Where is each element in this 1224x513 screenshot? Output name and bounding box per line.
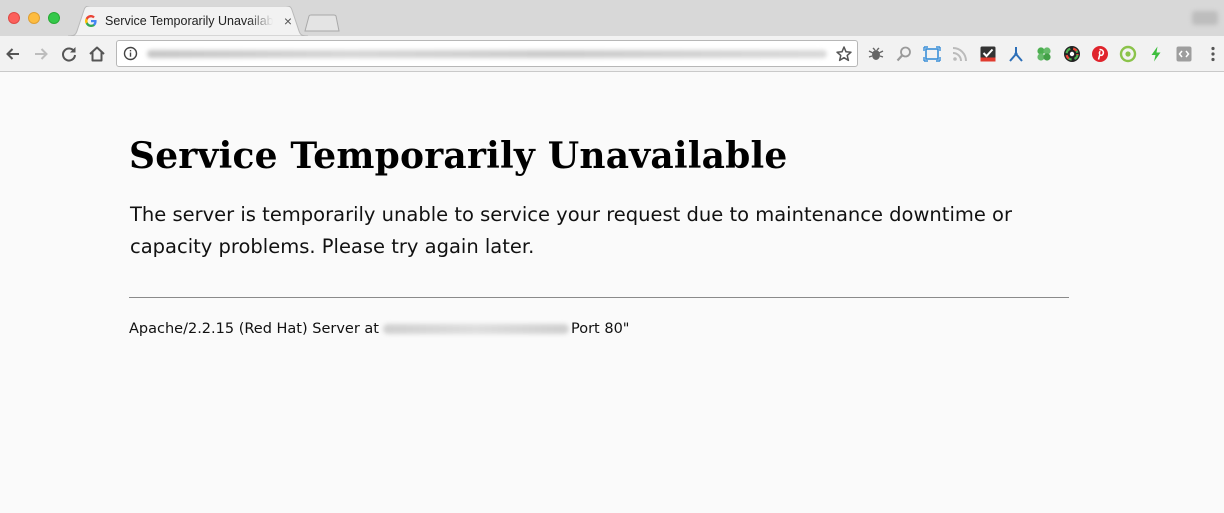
url-text	[147, 50, 827, 58]
error-message: The server is temporarily unable to serv…	[130, 203, 1012, 258]
bug-extension-icon[interactable]	[867, 45, 885, 63]
new-tab-button[interactable]	[304, 14, 340, 32]
profile-avatar[interactable]	[1192, 11, 1218, 25]
code-extension-icon[interactable]	[1175, 45, 1193, 63]
window-minimize-button[interactable]	[28, 12, 40, 24]
screen-capture-extension-icon[interactable]	[923, 45, 941, 63]
lightning-extension-icon[interactable]	[1147, 45, 1165, 63]
magnifier-extension-icon[interactable]	[895, 45, 913, 63]
pinterest-extension-icon[interactable]	[1091, 45, 1109, 63]
window-close-button[interactable]	[8, 12, 20, 24]
clover-extension-icon[interactable]	[1035, 45, 1053, 63]
back-arrow-icon[interactable]	[3, 44, 23, 64]
color-picker-extension-icon[interactable]	[1063, 45, 1081, 63]
forward-arrow-icon[interactable]	[31, 44, 51, 64]
rss-extension-icon[interactable]	[951, 45, 969, 63]
green-circle-extension-icon[interactable]	[1119, 45, 1137, 63]
home-icon[interactable]	[87, 44, 107, 64]
browser-toolbar	[0, 36, 1224, 72]
server-signature: Apache/2.2.15 (Red Hat) Server at Port 8…	[129, 321, 629, 337]
menu-dots-icon[interactable]	[1204, 45, 1222, 63]
checkbox-extension-icon[interactable]	[979, 45, 997, 63]
address-bar[interactable]	[116, 40, 858, 67]
tab-strip: Service Temporarily Unavailable ×	[0, 0, 1224, 36]
redacted-hostname	[383, 324, 569, 334]
server-signature-prefix: Apache/2.2.15 (Red Hat) Server at	[129, 321, 379, 337]
star-icon[interactable]	[835, 45, 853, 63]
server-signature-suffix: Port 80"	[571, 321, 630, 337]
tab-close-icon[interactable]: ×	[281, 14, 295, 28]
horizontal-rule	[129, 297, 1069, 298]
page-heading: Service Temporarily Unavailable	[129, 135, 788, 177]
active-tab[interactable]: Service Temporarily Unavailable ×	[68, 6, 308, 36]
reload-icon[interactable]	[59, 44, 79, 64]
page-content: Service Temporarily Unavailable The serv…	[0, 73, 1224, 513]
window-maximize-button[interactable]	[48, 12, 60, 24]
tab-title: Service Temporarily Unavailable	[105, 14, 273, 28]
google-g-icon	[85, 15, 97, 27]
fork-extension-icon[interactable]	[1007, 45, 1025, 63]
info-icon[interactable]	[123, 46, 138, 61]
